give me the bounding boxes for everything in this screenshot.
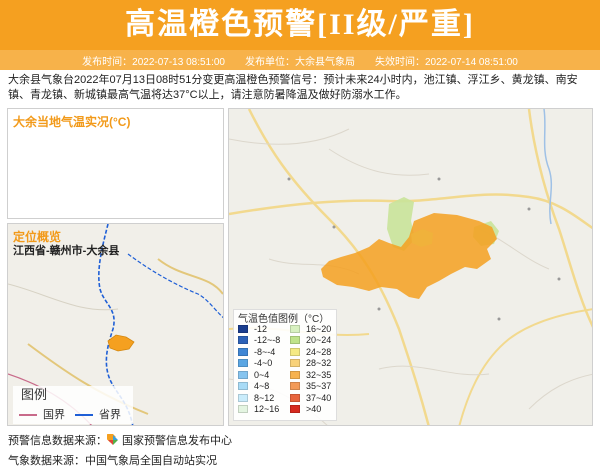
legend-label: 20~24 bbox=[306, 335, 332, 346]
legend-row: 32~35 bbox=[290, 369, 331, 381]
color-swatch bbox=[290, 324, 300, 333]
color-swatch bbox=[238, 405, 248, 414]
legend-province-border: 省界 bbox=[75, 406, 121, 422]
legend-row: 4~8 bbox=[238, 381, 280, 393]
source-label: 预警信息数据来源： bbox=[8, 435, 107, 447]
legend-row: -8~-4 bbox=[238, 346, 280, 358]
publisher: 发布单位：大余县气象局 bbox=[245, 56, 355, 68]
legend-label: 16~20 bbox=[306, 323, 332, 334]
legend-row: 20~24 bbox=[290, 335, 331, 347]
legend-row: -4~0 bbox=[238, 358, 280, 370]
legend-row: >40 bbox=[290, 404, 331, 416]
color-swatch bbox=[238, 324, 248, 333]
legend-label: -12~-8 bbox=[254, 335, 281, 346]
legend-row: 28~32 bbox=[290, 358, 331, 370]
legend-row: 12~16 bbox=[238, 404, 280, 416]
weather-source-line: 气象数据来源：中国气象局全国自动站实况 bbox=[8, 455, 217, 467]
color-legend-left-column: -12 -12~-8 -8~-4 -4~0 0~4 4~8 8~12 12~16 bbox=[238, 323, 280, 415]
source-link[interactable]: 国家预警信息发布中心 bbox=[122, 435, 232, 447]
color-swatch bbox=[290, 405, 300, 414]
legend-label: 37~40 bbox=[306, 392, 332, 403]
source-line: 预警信息数据来源： 国家预警信息发布中心 bbox=[8, 431, 232, 448]
legend-row: 16~20 bbox=[290, 323, 331, 335]
color-swatch bbox=[290, 393, 300, 402]
color-swatch bbox=[238, 336, 248, 345]
legend-label: 24~28 bbox=[306, 346, 332, 357]
legend-row: -12 bbox=[238, 323, 280, 335]
legend-label: 8~12 bbox=[254, 392, 275, 403]
color-swatch bbox=[238, 370, 248, 379]
national-border-label: 国界 bbox=[43, 409, 65, 421]
legend-row: 0~4 bbox=[238, 369, 280, 381]
color-swatch bbox=[290, 347, 300, 356]
temperature-color-legend: 气温色值图例（°C） -12 -12~-8 -8~-4 -4~0 0~4 4~8… bbox=[233, 309, 337, 421]
legend-label: -12 bbox=[254, 323, 268, 334]
color-swatch bbox=[290, 336, 300, 345]
color-swatch bbox=[238, 382, 248, 391]
location-panel: 定位概览 江西省-赣州市-大余县 图例 国界 省界 bbox=[7, 223, 224, 426]
legend-label: -4~0 bbox=[254, 358, 273, 369]
legend-row: -12~-8 bbox=[238, 335, 280, 347]
warning-content: 大余县气象台2022年07月13日08时51分变更高温橙色预警信号：预计未来24… bbox=[8, 74, 578, 101]
province-border-label: 省界 bbox=[99, 409, 121, 421]
color-swatch bbox=[290, 382, 300, 391]
color-swatch bbox=[238, 347, 248, 356]
temperature-panel: 大余当地气温实况(°C) bbox=[7, 108, 224, 219]
map-legend-box: 图例 国界 省界 bbox=[13, 386, 133, 424]
province-border-line-icon bbox=[75, 414, 93, 417]
legend-label: -8~-4 bbox=[254, 346, 276, 357]
color-swatch bbox=[238, 359, 248, 368]
legend-label: 35~37 bbox=[306, 381, 332, 392]
legend-label: 32~35 bbox=[306, 369, 332, 380]
temperature-panel-title: 大余当地气温实况(°C) bbox=[13, 115, 131, 129]
legend-row: 35~37 bbox=[290, 381, 331, 393]
legend-label: 12~16 bbox=[254, 404, 280, 415]
legend-row: 37~40 bbox=[290, 392, 331, 404]
legend-label: 4~8 bbox=[254, 381, 270, 392]
color-swatch bbox=[238, 393, 248, 402]
color-swatch bbox=[290, 359, 300, 368]
warning-center-logo-icon bbox=[104, 431, 118, 445]
warning-title: 高温橙色预警[II级/严重] bbox=[0, 0, 600, 50]
national-border-line-icon bbox=[19, 414, 37, 417]
location-path: 江西省-赣州市-大余县 bbox=[13, 245, 120, 257]
legend-row: 8~12 bbox=[238, 392, 280, 404]
legend-title: 图例 bbox=[21, 387, 48, 402]
meta-bar: 发布时间：2022-07-13 08:51:00 发布单位：大余县气象局 失效时… bbox=[0, 50, 600, 70]
main-map-panel[interactable]: 气温色值图例（°C） -12 -12~-8 -8~-4 -4~0 0~4 4~8… bbox=[228, 108, 593, 426]
legend-label: 28~32 bbox=[306, 358, 332, 369]
color-swatch bbox=[290, 370, 300, 379]
legend-label: >40 bbox=[306, 404, 322, 415]
color-legend-right-column: 16~20 20~24 24~28 28~32 32~35 35~37 37~4… bbox=[290, 323, 331, 415]
legend-national-border: 国界 bbox=[19, 406, 65, 422]
legend-row: 24~28 bbox=[290, 346, 331, 358]
legend-label: 0~4 bbox=[254, 369, 270, 380]
expire-time: 失效时间：2022-07-14 08:51:00 bbox=[375, 56, 518, 68]
publish-time: 发布时间：2022-07-13 08:51:00 bbox=[82, 56, 225, 68]
